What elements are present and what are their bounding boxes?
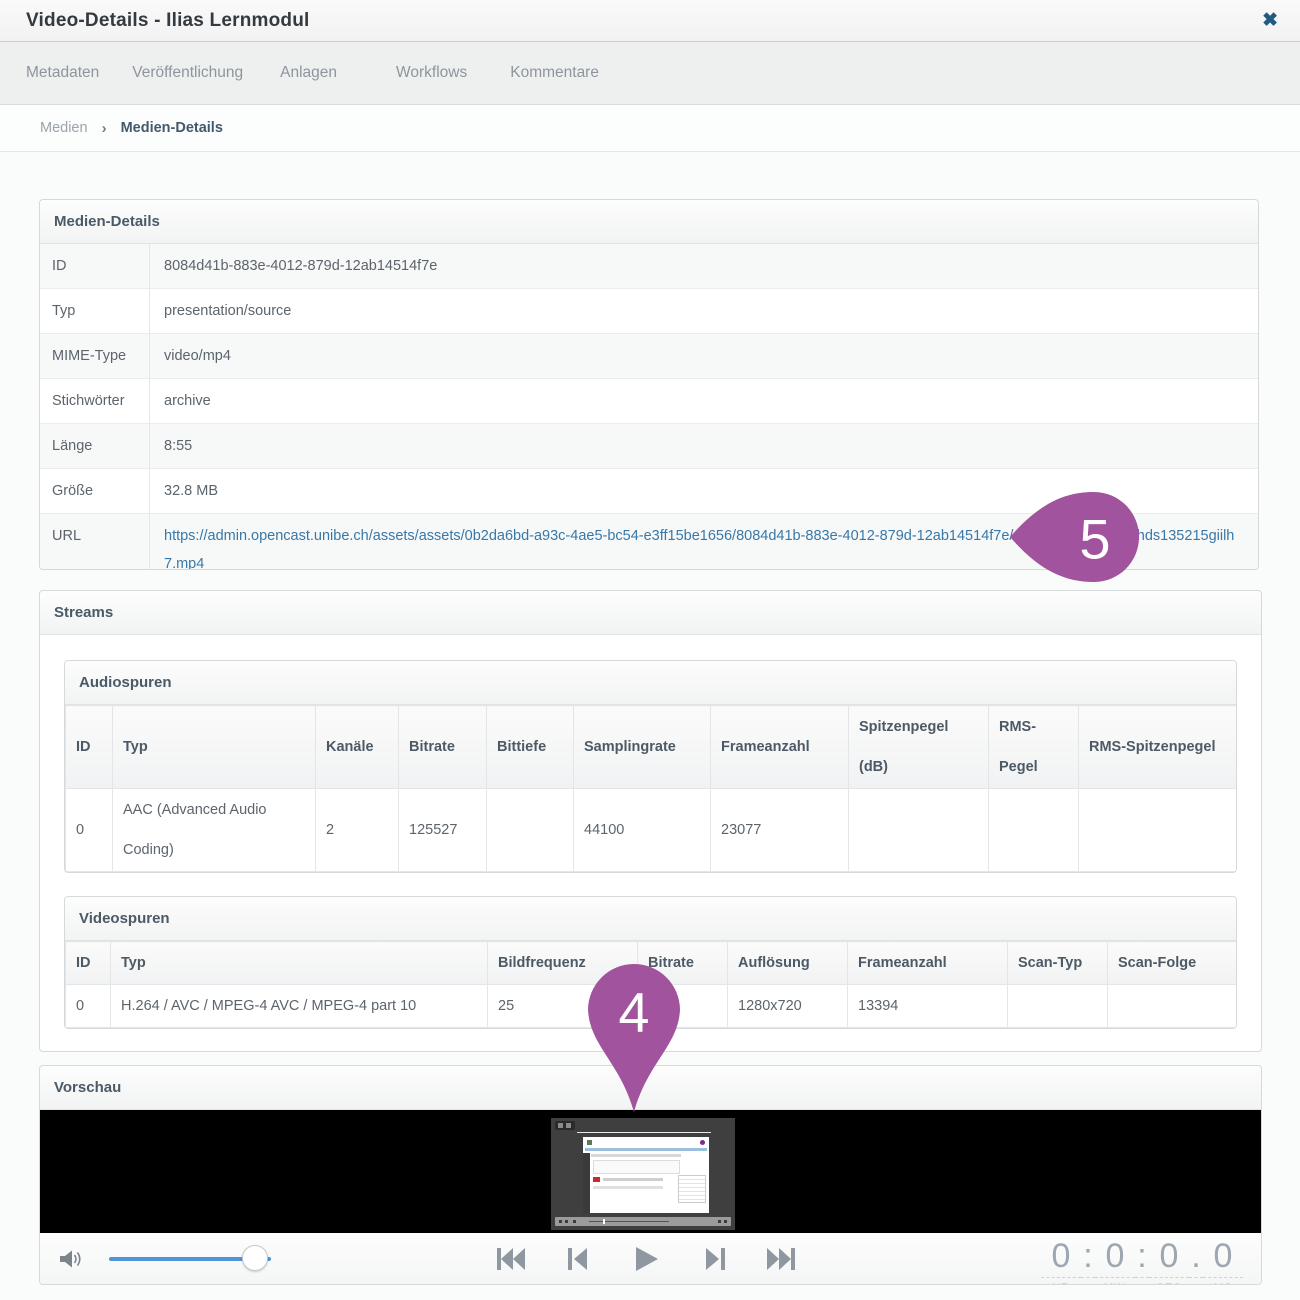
video-preview-area[interactable] bbox=[40, 1110, 1261, 1233]
timer-hr-label: HR bbox=[1041, 1277, 1081, 1285]
cell: 44100 bbox=[574, 789, 711, 872]
col-header: ID bbox=[66, 706, 113, 789]
col-header: Typ bbox=[111, 942, 488, 985]
col-header: Scan-Folge bbox=[1108, 942, 1238, 985]
cell: 125527 bbox=[399, 789, 487, 872]
table-row: ID 8084d41b-883e-4012-879d-12ab14514f7e bbox=[40, 244, 1258, 289]
skip-to-end-button[interactable] bbox=[765, 1244, 797, 1274]
breadcrumb: Medien › Medien-Details bbox=[0, 105, 1300, 152]
modal-title: Video-Details - Ilias Lernmodul bbox=[26, 10, 310, 32]
table-row: Typ presentation/source bbox=[40, 289, 1258, 334]
audiospuren-panel: Audiospuren ID Typ Kanäle Bitrate Bittie… bbox=[64, 660, 1237, 873]
cell: 1280x720 bbox=[728, 985, 848, 1028]
cell: 0 bbox=[66, 985, 111, 1028]
col-header: Typ bbox=[113, 706, 316, 789]
cell: 23077 bbox=[711, 789, 849, 872]
svg-text:5: 5 bbox=[1079, 508, 1110, 571]
tab-veroeffentlichungen[interactable]: Veröffentlichung bbox=[132, 64, 243, 82]
tab-workflows[interactable]: Workflows bbox=[396, 64, 467, 82]
col-header: Bittiefe bbox=[487, 706, 574, 789]
cell bbox=[849, 789, 989, 872]
video-details-modal: Video-Details - Ilias Lernmodul ✖ Metada… bbox=[0, 0, 1300, 1300]
cell bbox=[487, 789, 574, 872]
tab-anlagen[interactable]: Anlagen bbox=[280, 64, 337, 82]
timer-ms-label: MS bbox=[1203, 1277, 1243, 1285]
modal-header: Video-Details - Ilias Lernmodul ✖ bbox=[0, 0, 1300, 42]
chevron-right-icon: › bbox=[102, 120, 107, 137]
video-thumbnail bbox=[551, 1118, 735, 1230]
cell: 0 bbox=[66, 789, 113, 872]
thumbnail-player-bar bbox=[555, 1217, 731, 1226]
timer-min-label: MIN bbox=[1095, 1277, 1135, 1285]
table-header-row: ID Typ Kanäle Bitrate Bittiefe Samplingr… bbox=[66, 706, 1238, 789]
col-header: RMS-Spitzenpegel bbox=[1079, 706, 1238, 789]
next-frame-button[interactable] bbox=[698, 1244, 730, 1274]
row-value: archive bbox=[150, 379, 1258, 423]
col-header: Bitrate bbox=[399, 706, 487, 789]
table-row: Länge 8:55 bbox=[40, 424, 1258, 469]
cell bbox=[989, 789, 1079, 872]
timer-sec: 0 bbox=[1149, 1237, 1189, 1275]
col-header: RMS-Pegel bbox=[989, 706, 1079, 789]
tab-metadaten[interactable]: Metadaten bbox=[26, 64, 99, 82]
tab-kommentare[interactable]: Kommentare bbox=[510, 64, 599, 82]
table-row: 0 AAC (Advanced Audio Coding) 2 125527 4… bbox=[66, 789, 1238, 872]
audiospuren-table: ID Typ Kanäle Bitrate Bittiefe Samplingr… bbox=[65, 705, 1237, 872]
thumbnail-browser-page bbox=[583, 1137, 709, 1213]
col-header: Scan-Typ bbox=[1008, 942, 1108, 985]
row-value: presentation/source bbox=[150, 289, 1258, 333]
timer-hr: 0 bbox=[1041, 1237, 1081, 1275]
breadcrumb-medien[interactable]: Medien bbox=[40, 120, 88, 136]
skip-to-start-button[interactable] bbox=[495, 1244, 527, 1274]
col-header: Auflösung bbox=[728, 942, 848, 985]
cell: H.264 / AVC / MPEG-4 AVC / MPEG-4 part 1… bbox=[111, 985, 488, 1028]
col-header: Samplingrate bbox=[574, 706, 711, 789]
svg-text:4: 4 bbox=[618, 981, 649, 1044]
row-label: ID bbox=[40, 244, 150, 288]
breadcrumb-medien-details: Medien-Details bbox=[121, 120, 223, 136]
videospuren-title: Videospuren bbox=[65, 897, 1236, 941]
tab-bar: Metadaten Veröffentlichung Anlagen Workf… bbox=[0, 42, 1300, 105]
audiospuren-title: Audiospuren bbox=[65, 661, 1236, 705]
row-label: Länge bbox=[40, 424, 150, 468]
col-header: Frameanzahl bbox=[848, 942, 1008, 985]
cell: AAC (Advanced Audio Coding) bbox=[113, 789, 316, 872]
row-label: MIME-Type bbox=[40, 334, 150, 378]
cell: 13394 bbox=[848, 985, 1008, 1028]
col-header: Frameanzahl bbox=[711, 706, 849, 789]
cell: 2 bbox=[316, 789, 399, 872]
volume-slider-handle[interactable] bbox=[242, 1245, 268, 1271]
cell bbox=[1008, 985, 1108, 1028]
col-header: Kanäle bbox=[316, 706, 399, 789]
streams-title: Streams bbox=[40, 591, 1261, 635]
row-value: 8084d41b-883e-4012-879d-12ab14514f7e bbox=[150, 244, 1258, 288]
player-controls: 0 HR : 0 MIN : 0 SEC bbox=[40, 1233, 1261, 1285]
timer-min: 0 bbox=[1095, 1237, 1135, 1275]
row-label: Größe bbox=[40, 469, 150, 513]
cell bbox=[1108, 985, 1238, 1028]
annotation-marker-4: 4 bbox=[586, 962, 682, 1114]
annotation-marker-5: 5 bbox=[1008, 489, 1142, 585]
previous-frame-button[interactable] bbox=[563, 1244, 595, 1274]
cell bbox=[1079, 789, 1238, 872]
close-icon[interactable]: ✖ bbox=[1262, 9, 1278, 32]
col-header: ID bbox=[66, 942, 111, 985]
medien-details-title: Medien-Details bbox=[40, 200, 1258, 244]
table-row: MIME-Type video/mp4 bbox=[40, 334, 1258, 379]
row-value: video/mp4 bbox=[150, 334, 1258, 378]
play-button[interactable] bbox=[630, 1244, 662, 1274]
row-label: Stichwörter bbox=[40, 379, 150, 423]
playback-timer: 0 HR : 0 MIN : 0 SEC bbox=[1041, 1237, 1243, 1285]
table-row: Stichwörter archive bbox=[40, 379, 1258, 424]
thumbnail-overlay-icons bbox=[555, 1121, 575, 1130]
volume-icon[interactable] bbox=[58, 1247, 84, 1271]
timer-ms: 0 bbox=[1203, 1237, 1243, 1275]
col-header: Spitzenpegel (dB) bbox=[849, 706, 989, 789]
row-label: Typ bbox=[40, 289, 150, 333]
row-label: URL bbox=[40, 514, 150, 570]
timer-sec-label: SEC bbox=[1149, 1277, 1189, 1285]
row-value: 8:55 bbox=[150, 424, 1258, 468]
